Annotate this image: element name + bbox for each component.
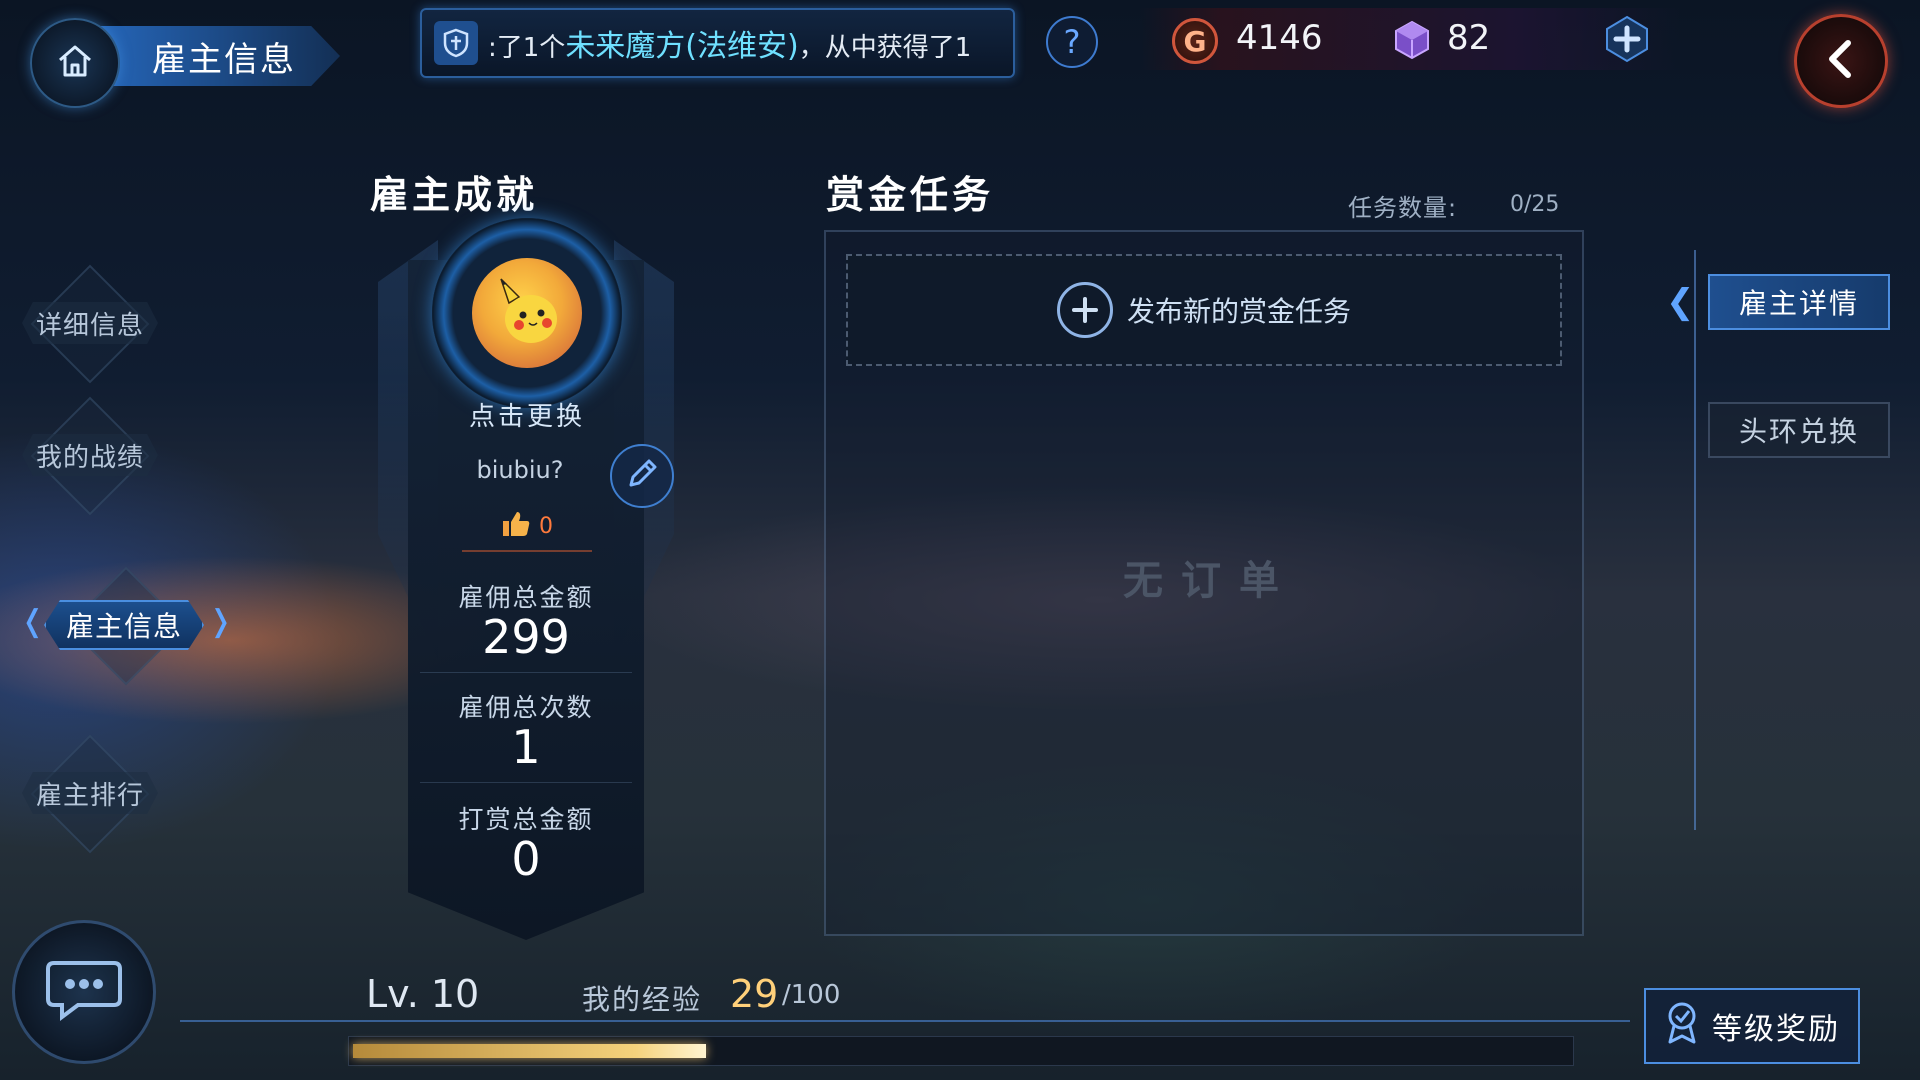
exp-max: /100 — [782, 980, 841, 1010]
player-level: Lv. 10 — [366, 972, 480, 1016]
task-count-value: 0/25 — [1510, 192, 1560, 217]
gold-amount: 4146 — [1236, 18, 1323, 58]
back-arrow-icon — [1821, 37, 1861, 85]
level-reward-button[interactable]: 等级奖励 — [1644, 988, 1860, 1064]
chevron-left-icon: ❮ — [1666, 282, 1695, 322]
change-avatar-button[interactable]: 点击更换 — [442, 392, 612, 436]
gem-amount: 82 — [1447, 18, 1491, 58]
stat-total-tip-amount-label: 打赏总金额 — [458, 805, 594, 834]
home-icon — [54, 40, 96, 86]
tab-headring-exchange[interactable]: 头环兑换 — [1708, 402, 1890, 458]
task-count-label: 任务数量: — [1348, 194, 1458, 222]
help-icon: ? — [1063, 23, 1081, 61]
divider — [420, 782, 632, 783]
home-button[interactable] — [30, 18, 120, 108]
divider — [180, 1020, 1630, 1022]
gold-coin-icon: G — [1172, 18, 1218, 64]
shield-icon — [434, 21, 478, 65]
stat-total-tip-amount-value: 0 — [511, 832, 541, 886]
sidebar-item-ranking[interactable]: 雇主排行 — [22, 772, 158, 814]
exp-label: 我的经验 — [582, 983, 703, 1016]
stat-total-hire-amount-label: 雇佣总金额 — [458, 583, 594, 612]
recharge-button[interactable] — [1600, 14, 1654, 68]
sidebar-item-label: 我的战绩 — [35, 442, 144, 473]
achievement-title: 雇主成就 — [370, 173, 539, 217]
publish-bounty-button[interactable]: 发布新的赏金任务 — [846, 254, 1562, 366]
pencil-icon — [625, 457, 659, 495]
gem-icon — [1390, 18, 1434, 62]
exp-progress-bar — [348, 1036, 1574, 1066]
avatar-image — [472, 258, 582, 368]
medal-icon — [1664, 1000, 1700, 1052]
thumbs-up-icon — [501, 510, 531, 542]
likes-display[interactable]: 0 — [462, 502, 592, 552]
ticker-text: :了1个未来魔方(法维安)，从中获得了1 — [488, 21, 971, 65]
edit-name-button[interactable] — [610, 444, 674, 508]
sidebar-item-details[interactable]: 详细信息 — [22, 302, 158, 344]
page-title-plate: 雇主信息 — [100, 26, 340, 86]
back-button[interactable] — [1794, 14, 1888, 108]
chat-icon — [44, 957, 124, 1027]
plus-circle-icon — [1056, 282, 1113, 338]
publish-bounty-label: 发布新的赏金任务 — [1126, 295, 1351, 328]
likes-count: 0 — [539, 513, 553, 539]
sidebar-item-employer-info[interactable]: 雇主信息 — [44, 600, 204, 650]
tab-rail — [1694, 250, 1696, 830]
avatar[interactable] — [432, 218, 622, 408]
divider — [420, 672, 632, 673]
tab-label: 雇主详情 — [1738, 287, 1859, 320]
sidebar-item-label: 详细信息 — [35, 310, 144, 341]
ticker-prefix: :了1个 — [488, 33, 566, 63]
stat-total-hire-count-value: 1 — [511, 720, 541, 774]
ticker-suffix: ，从中获得了1 — [798, 33, 972, 63]
empty-state-text: 无订单 — [1123, 558, 1297, 604]
stat-total-hire-count-label: 雇佣总次数 — [458, 693, 594, 722]
sidebar-item-label: 雇主排行 — [35, 780, 144, 811]
username: biubiu? — [476, 456, 564, 484]
exp-progress-fill — [353, 1044, 706, 1058]
announcement-ticker: :了1个未来魔方(法维安)，从中获得了1 — [420, 8, 1015, 78]
page-title: 雇主信息 — [152, 39, 296, 80]
chevron-left-icon: ❬ — [20, 604, 46, 639]
exp-value: 29 — [730, 972, 779, 1016]
chevron-right-icon: ❭ — [208, 604, 234, 639]
bounty-title: 赏金任务 — [826, 173, 995, 217]
tab-label: 头环兑换 — [1738, 415, 1859, 448]
plus-icon — [1603, 15, 1651, 67]
chat-button[interactable] — [12, 920, 156, 1064]
tab-employer-details[interactable]: 雇主详情 — [1708, 274, 1890, 330]
help-button[interactable]: ? — [1046, 16, 1098, 68]
level-reward-label: 等级奖励 — [1712, 1012, 1840, 1047]
sidebar-item-records[interactable]: 我的战绩 — [22, 434, 158, 476]
sidebar-item-label: 雇主信息 — [65, 610, 182, 643]
stat-total-hire-amount-value: 299 — [482, 610, 570, 664]
ticker-item-name: 未来魔方(法维安) — [565, 29, 799, 64]
